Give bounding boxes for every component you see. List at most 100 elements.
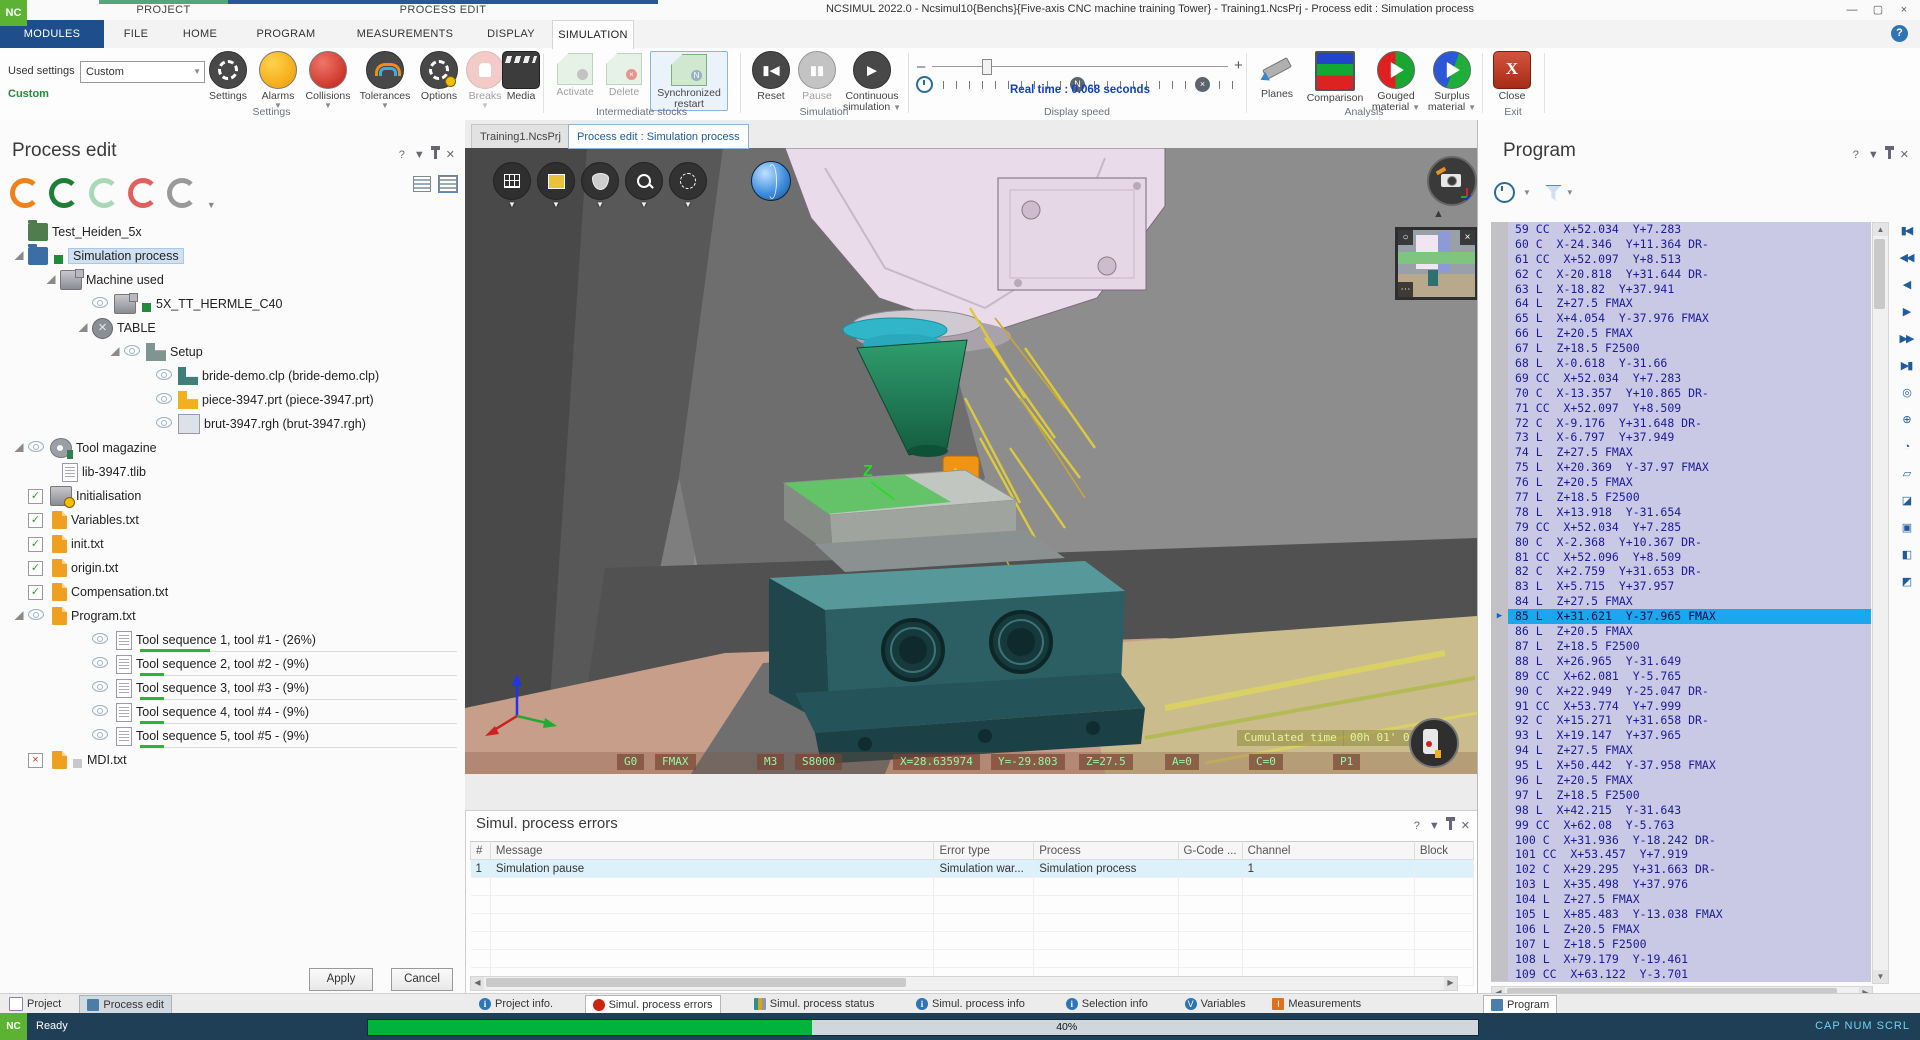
- program-line-105[interactable]: 105 L X+85.483 Y-13.038 FMAX: [1491, 907, 1871, 922]
- pin-icon[interactable]: [1449, 821, 1452, 830]
- visibility-eye-icon[interactable]: [28, 441, 50, 455]
- tab-simulation[interactable]: SIMULATION: [552, 20, 634, 49]
- errors-column-errortype[interactable]: Error type: [934, 842, 1034, 860]
- program-line-65[interactable]: 65 L X+4.054 Y-37.976 FMAX: [1491, 311, 1871, 326]
- expand-icon[interactable]: [10, 249, 28, 263]
- program-line-84[interactable]: 84 L Z+27.5 FMAX: [1491, 594, 1871, 609]
- tab-home[interactable]: HOME: [168, 20, 232, 48]
- tree-item-tool-magazine[interactable]: Tool magazine: [2, 436, 463, 460]
- program-line-108[interactable]: 108 L X+79.179 Y-19.461: [1491, 952, 1871, 967]
- program-line-69[interactable]: 69 CC X+52.034 Y+7.283: [1491, 371, 1871, 386]
- program-line-73[interactable]: 73 L X-6.797 Y+37.949: [1491, 430, 1871, 445]
- expand-icon[interactable]: [10, 441, 28, 455]
- minimap-close-icon[interactable]: ×: [1460, 230, 1475, 245]
- chevron-down-icon[interactable]: ▼: [1429, 820, 1440, 832]
- errors-column-message[interactable]: Message: [490, 842, 934, 860]
- tree-item-variables-txt[interactable]: ✓Variables.txt: [2, 508, 463, 532]
- bottom-tab-process-edit[interactable]: Process edit: [79, 995, 172, 1015]
- expand-icon[interactable]: [42, 273, 60, 287]
- tree-item-tool-sequence-4-tool-4-9[interactable]: Tool sequence 4, tool #4 - (9%): [2, 700, 463, 724]
- camera-button[interactable]: [1427, 156, 1477, 206]
- bottom-tab-program[interactable]: Program: [1483, 995, 1557, 1015]
- program-line-95[interactable]: 95 L X+50.442 Y-37.958 FMAX: [1491, 758, 1871, 773]
- save-icon[interactable]: ▣: [1894, 516, 1918, 540]
- visibility-eye-icon[interactable]: [92, 729, 114, 743]
- stopwatch-icon[interactable]: [1494, 182, 1515, 203]
- expand-icon[interactable]: [10, 609, 28, 623]
- app-logo[interactable]: NC: [0, 0, 27, 26]
- program-line-77[interactable]: 77 L Z+18.5 F2500: [1491, 490, 1871, 505]
- visibility-eye-icon[interactable]: [92, 633, 114, 647]
- detail-view-icon[interactable]: [439, 176, 457, 192]
- group-tab-process-edit[interactable]: PROCESS EDIT: [228, 0, 658, 20]
- control-pad-button[interactable]: [1409, 718, 1459, 768]
- tab-display[interactable]: DISPLAY: [470, 20, 552, 48]
- visibility-eye-icon[interactable]: [92, 297, 114, 311]
- program-line-107[interactable]: 107 L Z+18.5 F2500: [1491, 937, 1871, 952]
- visibility-eye-icon[interactable]: [92, 657, 114, 671]
- apply-button[interactable]: Apply: [309, 968, 373, 991]
- program-line-93[interactable]: 93 L X+19.147 Y+37.965: [1491, 728, 1871, 743]
- bottom-tab-simul-process-status[interactable]: Simul. process status: [747, 995, 882, 1013]
- program-line-94[interactable]: 94 L Z+27.5 FMAX: [1491, 743, 1871, 758]
- tree-item-program-txt[interactable]: Program.txt: [2, 604, 463, 628]
- list-view-icon[interactable]: [413, 176, 431, 192]
- program-line-89[interactable]: 89 CC X+62.081 Y-5.765: [1491, 669, 1871, 684]
- tree-item-5x-tt-hermle-c40[interactable]: 5X_TT_HERMLE_C40: [2, 292, 463, 316]
- orientation-sphere-button[interactable]: [751, 161, 791, 201]
- scroll-up-icon[interactable]: ▲: [1873, 223, 1888, 236]
- step-backward-icon[interactable]: ◀: [1894, 273, 1918, 297]
- tree-item-machine-used[interactable]: Machine used: [2, 268, 463, 292]
- collapse-arrow-icon[interactable]: ▲: [1433, 208, 1444, 220]
- bottom-tab-simul-process-errors[interactable]: Simul. process errors: [585, 995, 721, 1015]
- program-line-78[interactable]: 78 L X+13.918 Y-31.654: [1491, 505, 1871, 520]
- program-line-96[interactable]: 96 L Z+20.5 FMAX: [1491, 773, 1871, 788]
- chevron-down-icon[interactable]: ▼: [1566, 188, 1574, 197]
- tree-item-test-heiden-5x[interactable]: Test_Heiden_5x: [2, 220, 463, 244]
- error-row[interactable]: 1Simulation pauseSimulation war...Simula…: [471, 860, 1474, 878]
- bottom-tab-project[interactable]: Project: [2, 995, 68, 1013]
- tab-measurements[interactable]: MEASUREMENTS: [340, 20, 470, 48]
- program-line-101[interactable]: 101 CC X+53.457 Y+7.919: [1491, 847, 1871, 862]
- program-line-88[interactable]: 88 L X+26.965 Y-31.649: [1491, 654, 1871, 669]
- program-line-91[interactable]: 91 CC X+53.774 Y+7.999: [1491, 699, 1871, 714]
- errors-column-gcode[interactable]: G-Code ...: [1178, 842, 1242, 860]
- scroll-left-icon[interactable]: ◀: [471, 977, 484, 990]
- visibility-eye-icon[interactable]: [156, 393, 178, 407]
- checked-checkbox[interactable]: ✓: [28, 488, 50, 504]
- program-line-62[interactable]: 62 C X-20.818 Y+31.644 DR-: [1491, 267, 1871, 282]
- restart-red-icon[interactable]: [128, 178, 158, 208]
- errors-column-channel[interactable]: Channel: [1242, 842, 1414, 860]
- program-line-60[interactable]: 60 C X-24.346 Y+11.364 DR-: [1491, 237, 1871, 252]
- errors-header-row[interactable]: #MessageError typeProcessG-Code ...Chann…: [471, 842, 1474, 860]
- panel-close-icon[interactable]: ✕: [1900, 148, 1909, 161]
- eraser-icon[interactable]: ◪: [1894, 489, 1918, 513]
- scroll-right-icon[interactable]: ▶: [1444, 977, 1457, 990]
- maximize-icon[interactable]: ▢: [1866, 2, 1890, 18]
- expand-icon[interactable]: [74, 321, 92, 335]
- tree-item-mdi-txt[interactable]: ×MDI.txt: [2, 748, 463, 772]
- display-mode-button[interactable]: ▼: [493, 162, 531, 200]
- tree-item-tool-sequence-1-tool-1-26[interactable]: Tool sequence 1, tool #1 - (26%): [2, 628, 463, 652]
- tree-item-tool-sequence-3-tool-3-9[interactable]: Tool sequence 3, tool #3 - (9%): [2, 676, 463, 700]
- tree-item-simulation-process[interactable]: Simulation process: [2, 244, 463, 268]
- program-line-67[interactable]: 67 L Z+18.5 F2500: [1491, 341, 1871, 356]
- selection-button[interactable]: ▼: [669, 162, 707, 200]
- tree-item-bride-demo-clp-bride-demo-clp[interactable]: bride-demo.clp (bride-demo.clp): [2, 364, 463, 388]
- bottom-tab-project-info-[interactable]: iProject info.: [472, 995, 560, 1013]
- bottom-tab-selection-info[interactable]: iSelection info: [1059, 995, 1155, 1013]
- errors-column-block[interactable]: Block: [1414, 842, 1473, 860]
- doc-tab-training[interactable]: Training1.NcsPrj: [471, 124, 570, 149]
- bottom-tab-measurements[interactable]: IMeasurements: [1265, 995, 1368, 1013]
- program-line-75[interactable]: 75 L X+20.369 Y-37.97 FMAX: [1491, 460, 1871, 475]
- program-line-100[interactable]: 100 C X+31.936 Y-18.242 DR-: [1491, 833, 1871, 848]
- restart-green-icon[interactable]: [49, 178, 79, 208]
- tree-item-piece-3947-prt-piece-3947-prt[interactable]: piece-3947.prt (piece-3947.prt): [2, 388, 463, 412]
- program-line-92[interactable]: 92 C X+15.271 Y+31.658 DR-: [1491, 713, 1871, 728]
- tree-item-table[interactable]: TABLE: [2, 316, 463, 340]
- checked-checkbox[interactable]: ✓: [28, 536, 50, 552]
- program-line-70[interactable]: 70 C X-13.357 Y+10.865 DR-: [1491, 386, 1871, 401]
- program-line-80[interactable]: 80 C X-2.368 Y+10.367 DR-: [1491, 535, 1871, 550]
- panel-help-icon[interactable]: ?: [1853, 149, 1859, 161]
- program-line-87[interactable]: 87 L Z+18.5 F2500: [1491, 639, 1871, 654]
